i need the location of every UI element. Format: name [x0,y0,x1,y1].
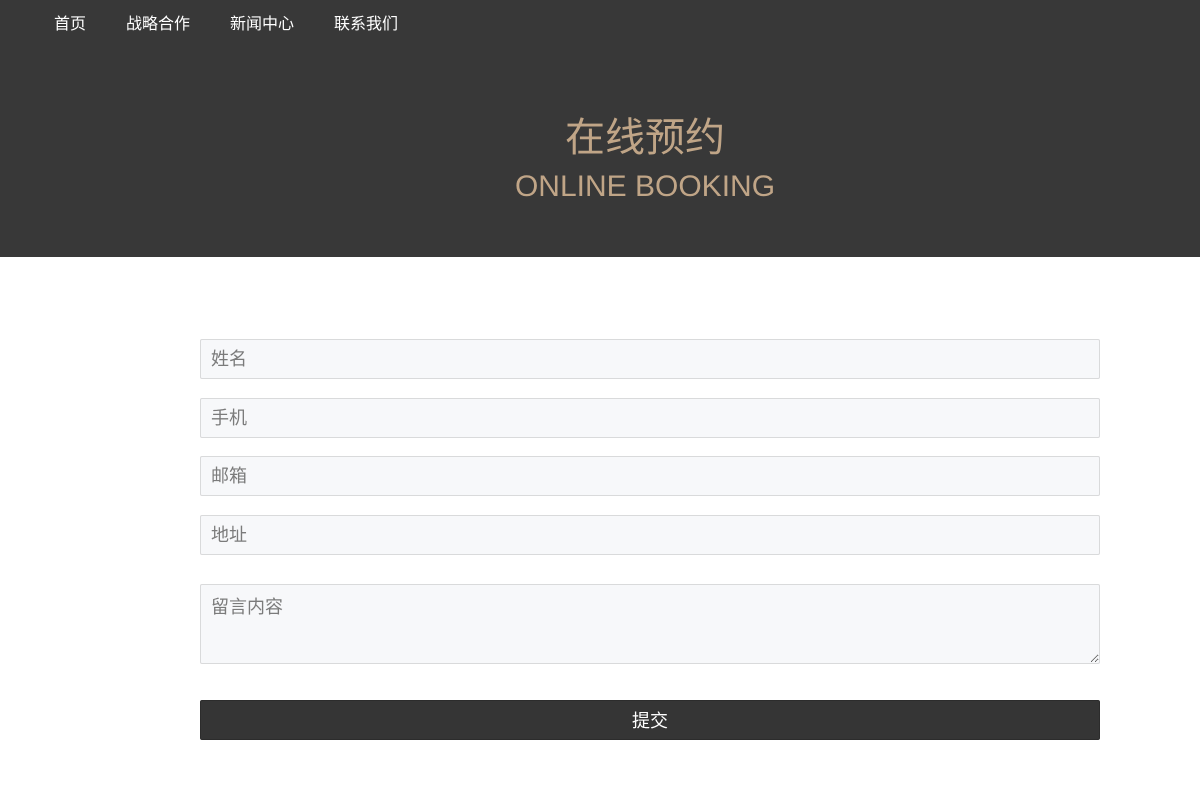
message-field[interactable] [200,584,1100,664]
nav-item-home[interactable]: 首页 [54,13,86,35]
name-field[interactable] [200,339,1100,379]
nav-item-contact[interactable]: 联系我们 [334,13,398,35]
page-header: 首页 战略合作 新闻中心 联系我们 在线预约 ONLINE BOOKING [0,0,1200,257]
nav-item-news[interactable]: 新闻中心 [230,13,294,35]
submit-button[interactable]: 提交 [200,700,1100,740]
address-field[interactable] [200,515,1100,555]
page-subtitle: ONLINE BOOKING [514,170,776,203]
page-title: 在线预约 [565,115,725,161]
top-nav: 首页 战略合作 新闻中心 联系我们 [0,0,1200,48]
phone-field[interactable] [200,398,1100,438]
nav-item-partnership[interactable]: 战略合作 [126,13,190,35]
email-field[interactable] [200,456,1100,496]
